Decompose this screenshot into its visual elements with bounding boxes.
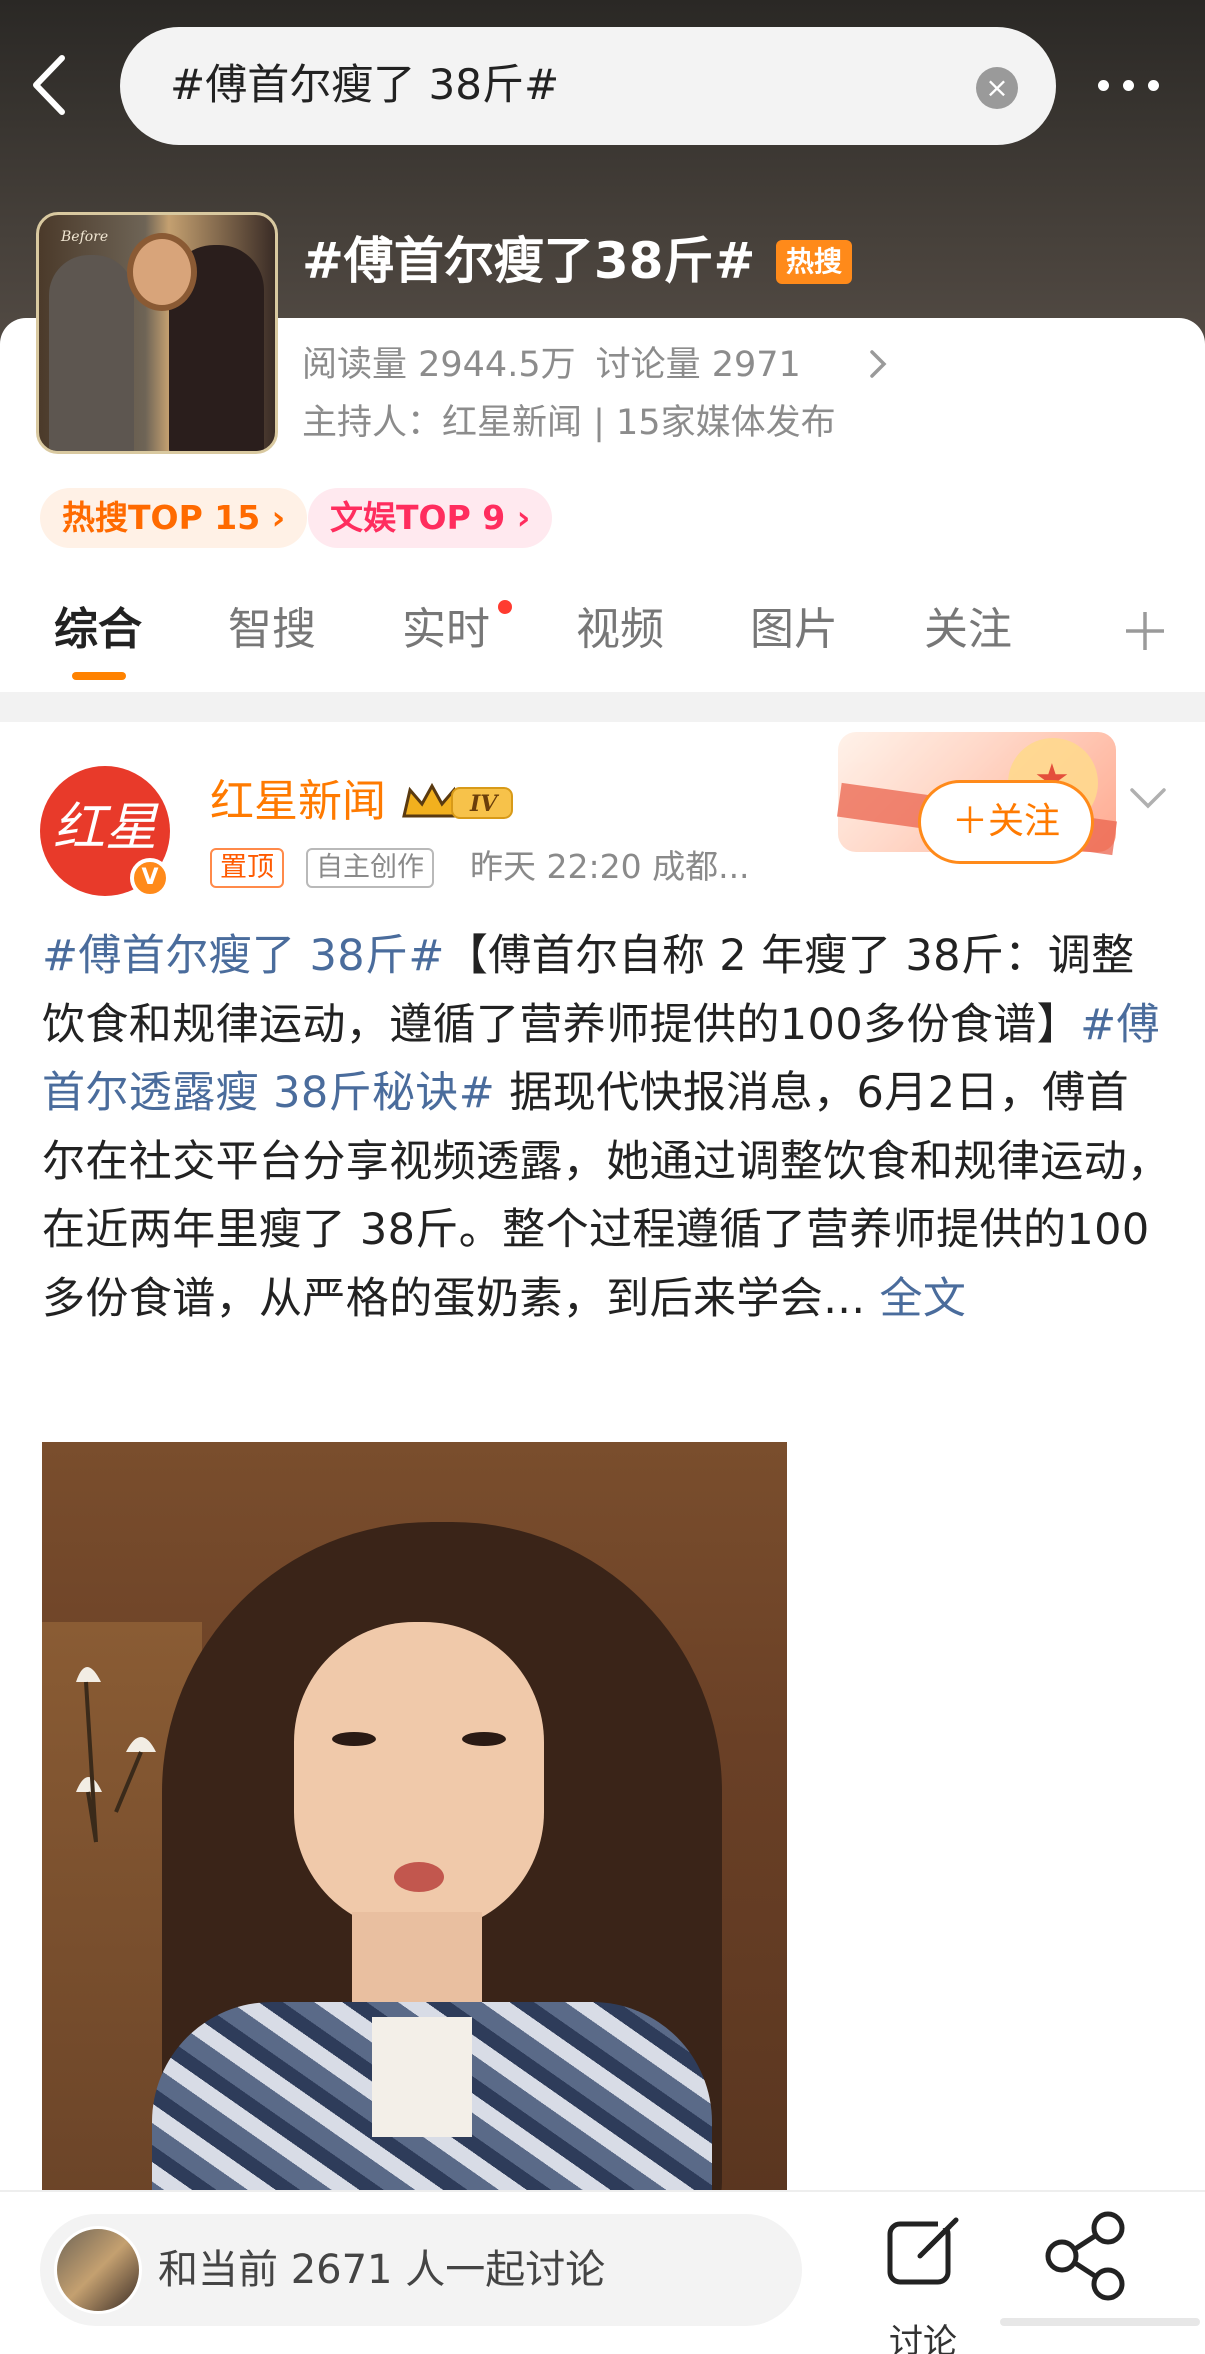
back-arrow-icon [33, 55, 65, 115]
topic-title: #傅首尔瘦了38斤# [302, 232, 756, 290]
tab-smart-search[interactable]: 智搜 [228, 600, 316, 660]
watermark-decoration [1000, 2318, 1200, 2326]
tab-comprehensive[interactable]: 综合 [54, 600, 142, 660]
avatar-logo-text: 红星 [52, 798, 157, 858]
section-divider [0, 692, 1205, 722]
more-options-button[interactable] [1090, 60, 1170, 110]
post-card: 红星 V 红星新闻 IV 置顶 自主创作 昨天 22:20 成都... ★ ＋关… [0, 722, 1205, 2202]
person-neck [352, 1912, 482, 2012]
tab-realtime[interactable]: 实时 [402, 600, 490, 660]
back-button[interactable] [22, 50, 82, 120]
follow-button[interactable]: ＋关注 [918, 780, 1094, 864]
discuss-label: 讨论 [889, 2322, 957, 2354]
topic-mini-avatar [54, 2226, 142, 2314]
hot-badge: 热搜 [776, 240, 853, 284]
search-query: #傅首尔瘦了 38斤# [170, 60, 560, 109]
top-bar: #傅首尔瘦了 38斤# × [0, 20, 1205, 150]
tab-bar: 综合 智搜 实时 视频 图片 关注 [0, 590, 1205, 690]
post-meta: 昨天 22:20 成都... [470, 847, 750, 886]
chevron-down-icon[interactable] [1128, 784, 1168, 814]
original-content-badge: 自主创作 [306, 848, 434, 888]
tab-images[interactable]: 图片 [750, 600, 838, 660]
full-text-link[interactable]: 全文 [865, 1274, 966, 1324]
new-content-dot [498, 600, 512, 614]
author-name[interactable]: 红星新闻 [210, 772, 386, 832]
person-eye [332, 1732, 376, 1746]
more-dot-icon [1098, 80, 1109, 91]
tab-following[interactable]: 关注 [924, 600, 1012, 660]
read-count: 阅读量 2944.5万 [302, 345, 576, 385]
person-mouth [394, 1862, 444, 1892]
cover-figure-left [49, 255, 134, 451]
person-eye [462, 1732, 506, 1746]
clear-search-button[interactable]: × [976, 67, 1018, 109]
author-avatar[interactable]: 红星 V [40, 766, 170, 898]
chevron-right-icon [870, 350, 887, 378]
active-tab-indicator [72, 672, 126, 680]
topic-host[interactable]: 主持人：红星新闻 | 15家媒体发布 [302, 398, 836, 448]
tab-video[interactable]: 视频 [576, 600, 664, 660]
crown-level-icon: IV [402, 782, 513, 819]
discuss-button[interactable]: 讨论 [868, 2206, 978, 2354]
more-dot-icon [1148, 80, 1159, 91]
level-badge-text: IV [469, 791, 499, 817]
compose-icon [887, 2214, 962, 2285]
more-dot-icon [1123, 80, 1134, 91]
topic-cover-image[interactable]: Before [36, 212, 278, 454]
topic-stats[interactable]: 阅读量 2944.5万 讨论量 2971 [302, 340, 801, 390]
post-video-thumbnail[interactable] [42, 1442, 787, 2202]
hashtag-link[interactable]: #傅首尔瘦了 38斤# [42, 931, 445, 981]
discussion-placeholder: 和当前 2671 人一起讨论 [158, 2247, 606, 2293]
hot-search-rank-chip[interactable]: 热搜TOP 15 › [40, 488, 308, 548]
pinned-badge: 置顶 [210, 848, 284, 888]
person-collar [372, 2017, 472, 2137]
verified-badge: V [130, 858, 170, 898]
cover-portrait [127, 233, 197, 311]
cover-caption: Before [61, 229, 109, 245]
post-text: #傅首尔瘦了 38斤#【傅首尔自称 2 年瘦了 38斤：调整饮食和规律运动，遵循… [42, 922, 1172, 1333]
share-button[interactable] [1030, 2206, 1140, 2310]
entertainment-rank-chip[interactable]: 文娱TOP 9 › [308, 488, 553, 548]
discussion-input[interactable]: 和当前 2671 人一起讨论 [40, 2214, 802, 2326]
search-input[interactable]: #傅首尔瘦了 38斤# × [120, 27, 1056, 145]
discussion-count: 讨论量 2971 [595, 345, 801, 385]
share-icon [1045, 2211, 1125, 2301]
add-tab-icon[interactable] [1122, 608, 1168, 654]
